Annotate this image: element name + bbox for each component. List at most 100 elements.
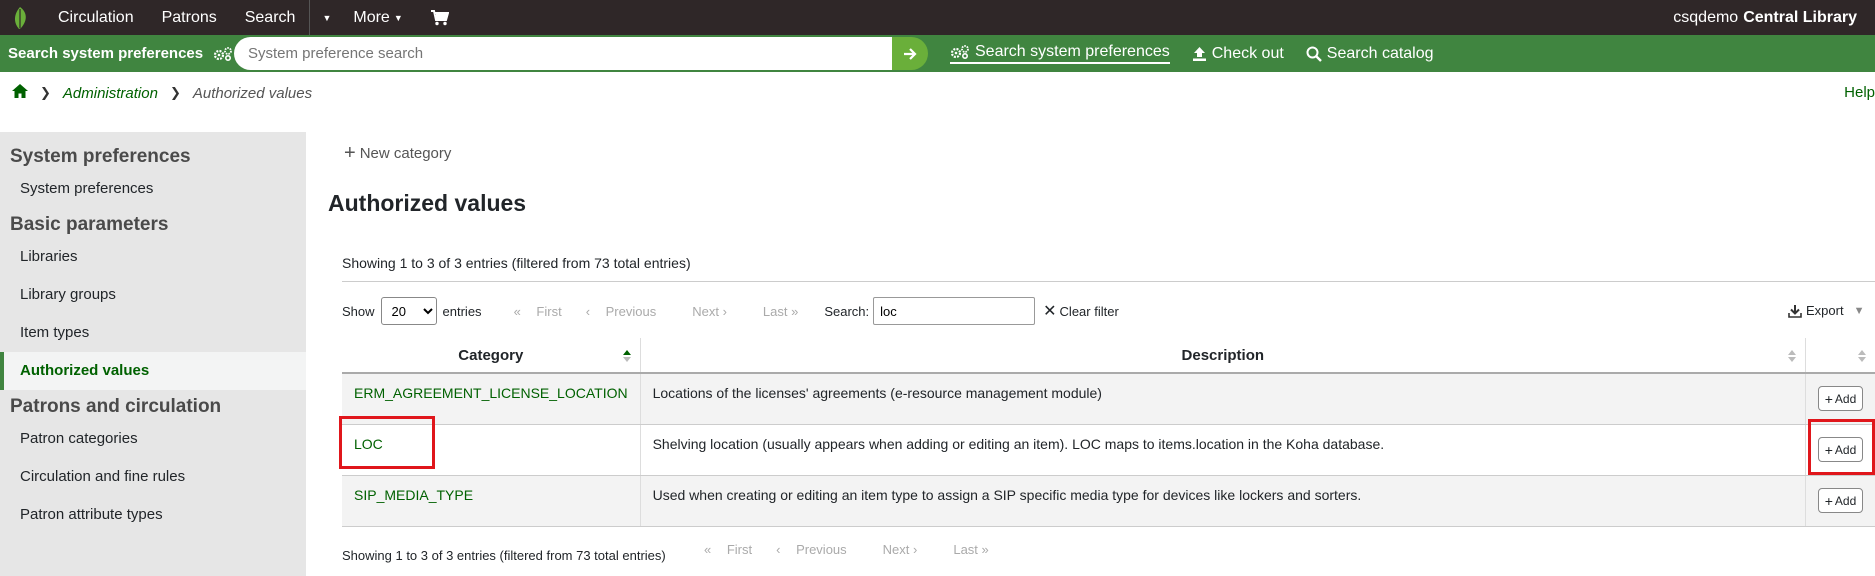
pager-first-label: First [536, 303, 562, 319]
username: csqdemo [1673, 8, 1739, 26]
pager-last[interactable]: Last » [941, 542, 988, 557]
export-button[interactable]: Export ▼ [1788, 303, 1864, 318]
caret-down-icon: ▼ [393, 12, 403, 23]
pager-previous[interactable]: ‹ Previous [776, 542, 847, 557]
nav-search[interactable]: Search [231, 0, 310, 35]
caret-down-icon[interactable]: ▼ [1854, 305, 1865, 317]
nav-search-dropdown[interactable]: ▼ [310, 0, 339, 35]
breadcrumb-administration[interactable]: Administration [63, 85, 158, 102]
pager-first-label: First [726, 542, 753, 557]
authorized-values-table: Category Description ERM_AGREEMENT_LICEN… [342, 338, 1875, 527]
description-cell: Locations of the licenses' agreements (e… [640, 373, 1807, 425]
add-value-button[interactable]: + Add [1817, 386, 1864, 412]
sidebar-item-item-types[interactable]: Item types [0, 314, 306, 352]
check-out-link[interactable]: Check out [1192, 45, 1284, 63]
link-label: Search catalog [1326, 44, 1434, 62]
sort-icon [1788, 350, 1796, 362]
table-search-label: Search: [824, 303, 870, 319]
entries-label: entries [442, 303, 482, 319]
gears-icon [950, 45, 969, 60]
pager-first[interactable]: « First [514, 304, 562, 319]
column-header-actions[interactable] [1805, 338, 1875, 374]
sidebar-item-system-preferences[interactable]: System preferences [0, 170, 306, 208]
sidebar-item-patron-categories[interactable]: Patron categories [0, 420, 306, 458]
caret-down-icon: ▼ [322, 12, 332, 23]
highlight-loc-add-button [1808, 419, 1875, 475]
description-cell: Shelving location (usually appears when … [640, 424, 1807, 476]
actions-cell: + Add [1805, 373, 1875, 425]
table-search-input[interactable] [873, 297, 1036, 325]
add-value-button[interactable]: + Add [1817, 488, 1864, 513]
pager-next[interactable]: Next › [680, 304, 727, 319]
sidebar-heading-patrons-circulation: Patrons and circulation [10, 396, 222, 417]
arrow-right-icon [904, 47, 917, 60]
category-link[interactable]: SIP_MEDIA_TYPE [342, 475, 641, 527]
table-row: LOC Shelving location (usually appears w… [342, 424, 1875, 476]
header-label: Description [1181, 346, 1265, 364]
table-info-top: Showing 1 to 3 of 3 entries (filtered fr… [342, 255, 691, 271]
search-submit-button[interactable] [892, 37, 928, 70]
search-catalog-link[interactable]: Search catalog [1306, 45, 1434, 63]
export-label: Export [1806, 303, 1844, 318]
koha-logo-icon[interactable] [0, 0, 40, 35]
close-icon: ✕ [1043, 303, 1057, 320]
breadcrumb-current: Authorized values [192, 84, 313, 102]
preference-search-input[interactable] [234, 37, 894, 70]
sidebar-heading-basic-parameters: Basic parameters [10, 214, 169, 235]
logged-in-user[interactable]: csqdemo Central Library [1673, 0, 1857, 35]
search-mode-text: Search system preferences [8, 45, 204, 62]
preference-search-group [234, 37, 928, 70]
admin-sidebar: System preferences System preferences Ba… [0, 132, 306, 576]
sidebar-item-patron-attribute-types[interactable]: Patron attribute types [0, 496, 306, 534]
search-mode-links: Search system preferences Check out Sear… [950, 35, 1456, 72]
pager-previous-label: Previous [796, 542, 847, 557]
highlight-loc-category [339, 416, 435, 469]
search-bar: Search system preferences Search system … [0, 35, 1875, 72]
home-icon[interactable] [12, 84, 28, 102]
pager-last[interactable]: Last » [751, 304, 798, 319]
pager-next[interactable]: Next › [871, 542, 918, 557]
sidebar-item-authorized-values[interactable]: Authorized values [0, 352, 306, 390]
pager-last-label: Last [762, 303, 788, 319]
description-cell: Used when creating or editing an item ty… [640, 475, 1807, 527]
search-system-preferences-link[interactable]: Search system preferences [950, 43, 1170, 64]
sidebar-item-library-groups[interactable]: Library groups [0, 276, 306, 314]
pager-top: « First ‹ Previous Next › Last » [502, 304, 799, 319]
nav-more[interactable]: More ▼ [339, 0, 416, 35]
library-name: Central Library [1743, 8, 1857, 26]
actions-cell: + Add [1805, 475, 1875, 527]
upload-icon [1192, 46, 1206, 61]
plus-icon: + [344, 142, 356, 164]
pager-bottom: « First ‹ Previous Next › Last » [692, 542, 989, 557]
chevron-right-icon: ❯ [169, 85, 181, 100]
table-row: SIP_MEDIA_TYPE Used when creating or edi… [342, 475, 1875, 527]
page-size-select[interactable]: 20 [380, 297, 437, 325]
download-icon [1788, 304, 1802, 318]
nav-patrons[interactable]: Patrons [148, 0, 231, 35]
sidebar-item-circulation-fine-rules[interactable]: Circulation and fine rules [0, 458, 306, 496]
add-label: Add [1834, 493, 1857, 508]
help-link[interactable]: Help [1844, 84, 1875, 101]
sidebar-item-libraries[interactable]: Libraries [0, 238, 306, 276]
search-mode-label[interactable]: Search system preferences [0, 45, 233, 62]
cart-icon[interactable] [417, 0, 463, 35]
new-category-button[interactable]: + New category [344, 142, 451, 164]
pager-previous-label: Previous [605, 303, 657, 319]
search-icon [1306, 46, 1322, 62]
header-label: Category [458, 346, 524, 364]
pager-first[interactable]: « First [704, 542, 752, 557]
pager-last-label: Last [953, 542, 978, 557]
pager-next-label: Next [692, 303, 719, 319]
sort-icon [1858, 350, 1866, 362]
sidebar-heading-system-preferences: System preferences [10, 146, 191, 167]
table-row: ERM_AGREEMENT_LICENSE_LOCATION Locations… [342, 373, 1875, 425]
page-title: Authorized values [328, 190, 527, 216]
column-header-category[interactable]: Category [342, 338, 641, 374]
table-controls: Show 20 entries « First ‹ Previous Next … [342, 297, 1119, 325]
nav-more-label: More [353, 8, 390, 26]
clear-filter-button[interactable]: ✕ Clear filter [1043, 301, 1119, 321]
nav-circulation[interactable]: Circulation [40, 0, 148, 35]
column-header-description[interactable]: Description [640, 338, 1807, 374]
plus-icon: + [1824, 492, 1833, 509]
pager-previous[interactable]: ‹ Previous [586, 304, 657, 319]
